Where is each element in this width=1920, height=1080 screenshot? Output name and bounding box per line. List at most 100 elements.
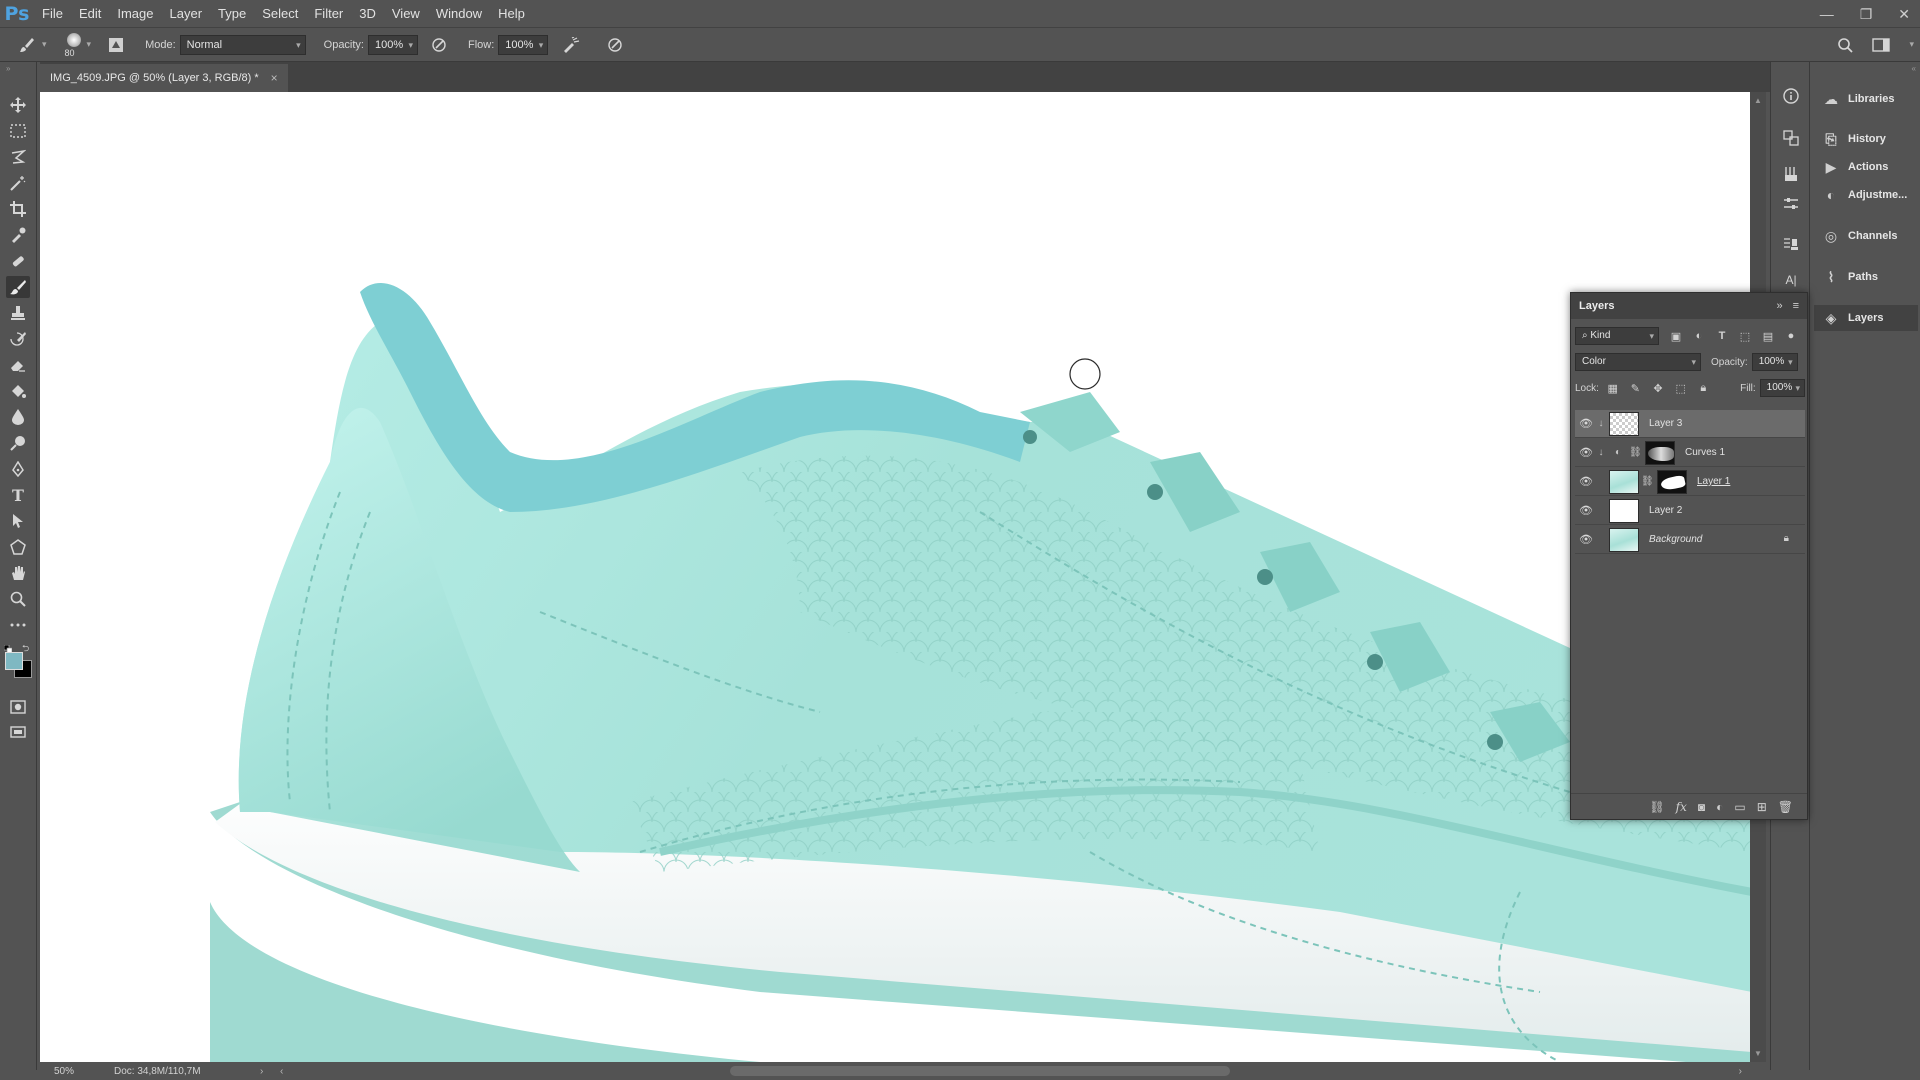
layer-name[interactable]: Layer 3 xyxy=(1649,418,1682,429)
visibility-eye-icon[interactable]: 👁︎ xyxy=(1575,475,1597,488)
layer-row-layer-2[interactable]: 👁︎ Layer 2 xyxy=(1575,497,1805,525)
mode-dropdown[interactable]: Normal ▾ xyxy=(179,34,306,55)
filter-type-icon[interactable]: T xyxy=(1713,327,1731,345)
collapse-toolbar-icon[interactable]: » xyxy=(6,64,10,73)
scroll-left-icon[interactable]: ‹ xyxy=(280,1066,283,1077)
document-tab[interactable]: IMG_4509.JPG @ 50% (Layer 3, RGB/8) * × xyxy=(40,64,288,92)
default-colors-icon[interactable] xyxy=(3,642,13,654)
screen-mode-button[interactable] xyxy=(6,722,30,744)
character-icon[interactable]: A| xyxy=(1779,268,1803,292)
lock-image-icon[interactable]: ✎ xyxy=(1627,379,1645,397)
brush-settings-dock-icon[interactable] xyxy=(1779,162,1803,186)
shape-tool[interactable] xyxy=(6,536,30,558)
brush-preset-icon[interactable] xyxy=(16,34,38,56)
layers-tab[interactable]: Layers xyxy=(1579,300,1614,312)
stamp-tool[interactable] xyxy=(6,302,30,324)
new-adjustment-icon[interactable]: ◐ xyxy=(1716,800,1723,814)
brush-settings-icon[interactable] xyxy=(105,34,127,56)
info-icon[interactable] xyxy=(1779,84,1803,108)
blur-tool[interactable] xyxy=(6,406,30,428)
eraser-tool[interactable] xyxy=(6,354,30,376)
menu-file[interactable]: File xyxy=(34,0,71,28)
document-canvas[interactable] xyxy=(40,92,1750,1062)
type-tool[interactable]: T xyxy=(6,484,30,506)
menu-type[interactable]: Type xyxy=(210,0,254,28)
new-layer-icon[interactable]: ⊞ xyxy=(1757,800,1767,814)
search-icon[interactable] xyxy=(1834,34,1856,56)
quick-mask-button[interactable] xyxy=(6,696,30,718)
menu-view[interactable]: View xyxy=(384,0,428,28)
layer-name[interactable]: Layer 2 xyxy=(1649,505,1682,516)
healing-tool[interactable] xyxy=(6,250,30,272)
layer-row-layer-1[interactable]: 👁︎ ⛓ Layer 1 xyxy=(1575,468,1805,496)
filter-kind-dropdown[interactable]: ⌕ Kind ▾ xyxy=(1575,327,1659,345)
filter-toggle-icon[interactable]: ● xyxy=(1782,327,1800,345)
panel-paths[interactable]: ⌇ Paths xyxy=(1814,264,1918,290)
close-tab-button[interactable]: × xyxy=(271,71,278,85)
horizontal-scrollbar-thumb[interactable] xyxy=(730,1066,1230,1076)
new-group-icon[interactable]: ▭ xyxy=(1734,800,1745,814)
add-mask-icon[interactable]: ◙ xyxy=(1698,800,1705,814)
pen-tool[interactable] xyxy=(6,458,30,480)
edit-toolbar-button[interactable] xyxy=(6,614,30,636)
pressure-size-icon[interactable] xyxy=(604,34,626,56)
move-tool[interactable] xyxy=(6,94,30,116)
menu-image[interactable]: Image xyxy=(109,0,161,28)
brush-size-chevron-icon[interactable]: ▾ xyxy=(87,39,92,50)
minimize-button[interactable]: — xyxy=(1820,6,1834,22)
clone-source-icon[interactable] xyxy=(1779,126,1803,150)
scroll-down-icon[interactable]: ▼ xyxy=(1754,1049,1762,1058)
pressure-opacity-icon[interactable] xyxy=(428,34,450,56)
panel-layers[interactable]: ◈ Layers xyxy=(1814,305,1918,331)
fill-field[interactable]: 100% ▾ xyxy=(1759,379,1806,397)
lock-all-icon[interactable]: 🔒︎ xyxy=(1694,379,1712,397)
layer-name[interactable]: Background xyxy=(1649,534,1702,545)
collapse-panel-icon[interactable]: » xyxy=(1776,300,1782,312)
eyedropper-tool[interactable] xyxy=(6,224,30,246)
panel-adjustments[interactable]: ◐ Adjustme... xyxy=(1814,182,1918,208)
layer-row-layer-3[interactable]: 👁︎ ↓ Layer 3 xyxy=(1575,410,1805,438)
filter-adjustment-icon[interactable]: ◐ xyxy=(1690,327,1708,345)
workspace-icon[interactable] xyxy=(1870,34,1892,56)
restore-button[interactable]: ❐ xyxy=(1860,6,1873,23)
swap-colors-icon[interactable]: ⮌ xyxy=(22,641,29,657)
menu-help[interactable]: Help xyxy=(490,0,533,28)
menu-3d[interactable]: 3D xyxy=(351,0,384,28)
hand-tool[interactable] xyxy=(6,562,30,584)
collapse-panels-icon[interactable]: « xyxy=(1912,64,1916,73)
brush-tool[interactable] xyxy=(6,276,30,298)
properties-icon[interactable] xyxy=(1779,192,1803,216)
lasso-tool[interactable] xyxy=(6,146,30,168)
visibility-eye-icon[interactable]: 👁︎ xyxy=(1575,533,1597,546)
panel-actions[interactable]: ▶ Actions xyxy=(1814,154,1918,180)
foreground-color-swatch[interactable] xyxy=(5,652,23,670)
visibility-eye-icon[interactable]: 👁︎ xyxy=(1575,446,1597,459)
dodge-tool[interactable] xyxy=(6,432,30,454)
status-menu-arrow-icon[interactable]: › xyxy=(260,1066,263,1077)
panel-history[interactable]: ⎘ History xyxy=(1814,126,1918,152)
lock-artboard-icon[interactable]: ⬚ xyxy=(1672,379,1690,397)
zoom-level[interactable]: 50% xyxy=(40,1066,100,1077)
brush-size-picker[interactable]: 80 xyxy=(61,30,87,60)
flow-field[interactable]: 100% ▾ xyxy=(498,34,549,55)
filter-pixel-icon[interactable]: ▣ xyxy=(1667,327,1685,345)
menu-edit[interactable]: Edit xyxy=(71,0,109,28)
filter-shape-icon[interactable]: ⬚ xyxy=(1736,327,1754,345)
layer-row-curves-1[interactable]: 👁︎ ↓ ◐ ⛓ Curves 1 xyxy=(1575,439,1805,467)
tool-presets-icon[interactable] xyxy=(1779,232,1803,256)
lock-position-icon[interactable]: ✥ xyxy=(1649,379,1667,397)
path-select-tool[interactable] xyxy=(6,510,30,532)
opacity-field[interactable]: 100% ▾ xyxy=(368,34,418,55)
marquee-tool[interactable] xyxy=(6,120,30,142)
blend-mode-dropdown[interactable]: Color ▾ xyxy=(1575,353,1701,371)
scroll-up-icon[interactable]: ▲ xyxy=(1754,96,1762,105)
crop-tool[interactable] xyxy=(6,198,30,220)
brush-preset-chevron-icon[interactable]: ▾ xyxy=(42,39,47,50)
filter-smart-object-icon[interactable]: ▤ xyxy=(1759,327,1777,345)
menu-select[interactable]: Select xyxy=(254,0,306,28)
lock-transparent-icon[interactable]: ▦ xyxy=(1604,379,1622,397)
layer-row-background[interactable]: 👁︎ Background 🔒︎ xyxy=(1575,526,1805,554)
airbrush-icon[interactable] xyxy=(560,34,582,56)
trash-icon[interactable]: 🗑︎ xyxy=(1778,800,1793,814)
link-layers-icon[interactable]: ⛓ xyxy=(1649,800,1664,814)
